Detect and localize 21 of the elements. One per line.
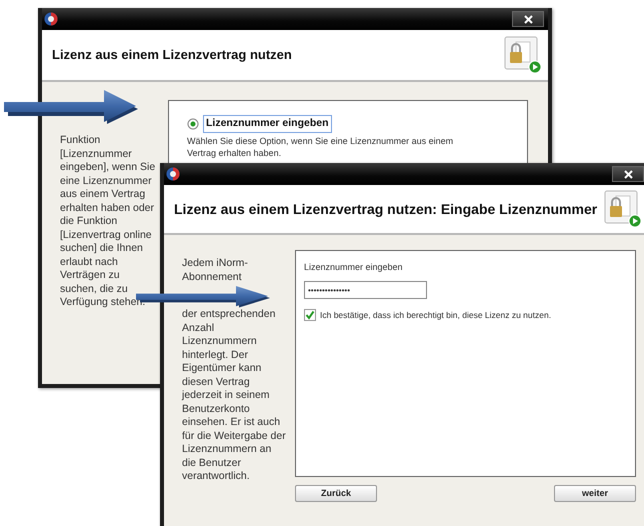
- sidebar-text: Funktion [Lizenznummer eingeben], wenn Sie eine Lizenznummer aus einem Vertrag erhalten haben oder die Funktion [Lizenvertrag online suchen] die Ihnen erlaubt nach Verträgen zu suchen, die zu Verfügung stehen.: [60, 134, 156, 310]
- app-icon: [166, 167, 180, 181]
- option-description: Wählen Sie diese Option, wenn Sie eine Lizenznummer aus einem Vertrag erhalten haben.: [187, 134, 454, 159]
- app-icon: [44, 12, 58, 26]
- radio-button[interactable]: [187, 118, 199, 130]
- checkbox-label[interactable]: Ich bestätige, dass ich berechtigt bin, diese Lizenz zu nutzen.: [320, 308, 552, 322]
- field-label: Lizenznummer eingeben: [304, 261, 404, 274]
- document-lock-icon: [504, 36, 542, 74]
- dialog-title: Lizenz aus einem Lizenzvertrag nutzen: [52, 46, 292, 64]
- close-icon: [624, 170, 632, 178]
- close-button[interactable]: [512, 11, 544, 27]
- sidebar-text: der entsprechenden Anzahl Lizenznummern hinterlegt. Der Eigentümer kann diesen Vertrag jederzeit in seinem Benutzerkonto einsehen. Er ist auch für die Weitergabe der Lizenznummern an die Benutzer verantwortlich.: [182, 308, 286, 484]
- sidebar-text: Jedem iNorm-Abonnement: [182, 257, 249, 284]
- license-number-field[interactable]: •••••••••••••••: [304, 281, 427, 299]
- dialog-title: Lizenz aus einem Lizenzvertrag nutzen: Eingabe Lizenznummer: [174, 200, 598, 219]
- close-button[interactable]: [612, 166, 644, 182]
- back-button[interactable]: Zurück: [295, 485, 377, 502]
- next-button[interactable]: weiter: [554, 485, 636, 502]
- checkbox[interactable]: [304, 308, 316, 321]
- close-icon: [524, 14, 532, 24]
- option-label[interactable]: Lizenznummer eingeben: [203, 115, 332, 133]
